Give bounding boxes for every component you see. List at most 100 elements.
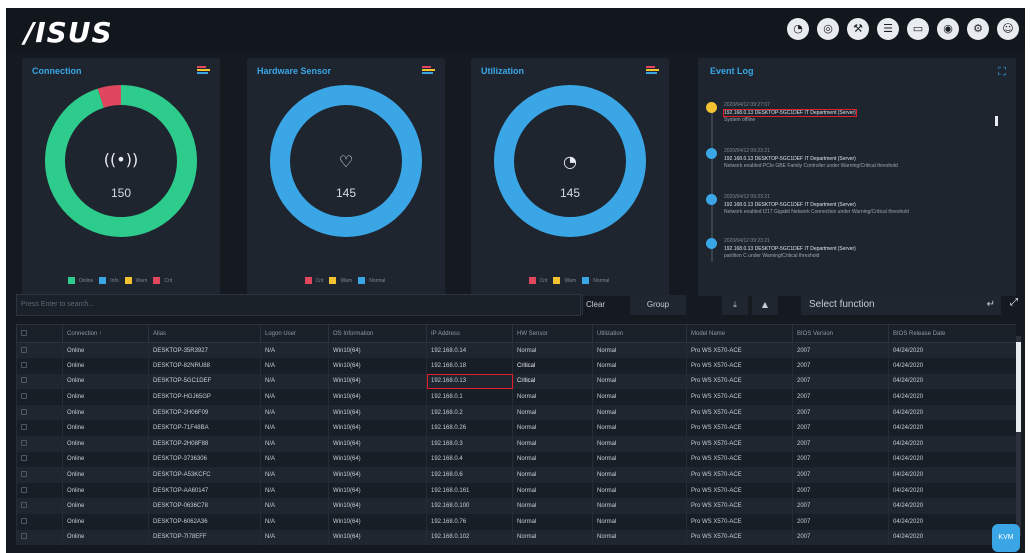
column-header[interactable]: OS Information [328, 324, 427, 343]
monitor-icon[interactable]: ▭ [907, 18, 929, 40]
table-cell: Normal [592, 451, 687, 468]
select-all-checkbox[interactable] [16, 324, 63, 343]
table-cell: Critical [512, 373, 593, 390]
column-header[interactable]: Utilization [592, 324, 687, 343]
row-checkbox[interactable] [16, 373, 63, 390]
table-cell: Normal [592, 482, 687, 499]
row-checkbox[interactable] [16, 404, 63, 421]
table-cell: Normal [592, 342, 687, 359]
table-row[interactable]: Online DESKTOP-A53KCFC N/A Win10(64) 192.168… [16, 467, 1016, 483]
table-row[interactable]: Online DESKTOP-0636C78 N/A Win10(64) 192.168… [16, 498, 1016, 515]
globe-icon[interactable]: ◎ [817, 18, 839, 40]
scrollbar-thumb[interactable] [995, 116, 998, 126]
table-cell: 04/24/2020 [888, 451, 1016, 468]
row-checkbox[interactable] [16, 482, 63, 499]
row-checkbox[interactable] [16, 389, 63, 405]
sort-up-icon[interactable]: ▲ [752, 295, 778, 315]
table-row[interactable]: Online DESKTOP-2H08F88 N/A Win10(64) 192.168… [16, 436, 1016, 452]
clear-button[interactable]: Clear [582, 295, 608, 315]
table-row[interactable]: Online DESKTOP-71F48BA N/A Win10(64) 192.168… [16, 420, 1016, 437]
column-header[interactable]: Logon User [260, 324, 329, 343]
group-button[interactable]: Group [630, 295, 686, 315]
filter-icon[interactable]: ⤓ [722, 295, 748, 315]
table-cell: 04/24/2020 [888, 358, 1016, 374]
table-cell: Normal [512, 389, 593, 405]
bar-chart-icon[interactable] [197, 66, 210, 77]
table-cell: Pro WS X570-ACE [686, 467, 793, 483]
table-row[interactable]: Online DESKTOP-2H06F09 N/A Win10(64) 192.168… [16, 404, 1016, 421]
gauge-icon[interactable]: ◔ [787, 18, 809, 40]
table-row[interactable]: Online DESKTOP-3736306 N/A Win10(64) 192.168… [16, 451, 1016, 468]
search-input[interactable]: Press Enter to search... [16, 294, 581, 316]
bar-chart-icon[interactable] [422, 66, 435, 77]
table-cell: Normal [512, 420, 593, 437]
table-row[interactable]: Online DESKTOP-6062A36 N/A Win10(64) 192.168… [16, 514, 1016, 530]
table-cell: 04/24/2020 [888, 467, 1016, 483]
column-header[interactable]: Model Name [686, 324, 793, 343]
table-cell: 04/24/2020 [888, 389, 1016, 405]
user-icon[interactable]: ☺ [997, 18, 1019, 40]
row-checkbox[interactable] [16, 498, 63, 515]
floating-action-button[interactable]: KVM [992, 524, 1020, 552]
column-header[interactable]: HW Sensor [512, 324, 593, 343]
asus-logo: /ISUS [24, 16, 113, 49]
function-select[interactable]: Select function ↵ [801, 295, 1001, 315]
event-dot [706, 102, 717, 113]
table-cell: Online [62, 342, 149, 359]
expand-icon[interactable]: ⛶ [998, 65, 1006, 79]
table-cell: Pro WS X570-ACE [686, 482, 793, 499]
table-cell: Win10(64) [328, 436, 427, 452]
row-checkbox[interactable] [16, 420, 63, 437]
table-cell: DESKTOP-HGJ65GP [148, 389, 261, 405]
column-header[interactable]: Alias [148, 324, 261, 343]
table-cell: DESKTOP-71F48BA [148, 420, 261, 437]
row-checkbox[interactable] [16, 436, 63, 452]
asus-control-center: /ISUS ◔ ◎ ⚒ ☰ ▭ ◉ ⚙ ☺ Connection ((•)) 1… [6, 8, 1025, 553]
table-cell: 04/24/2020 [888, 342, 1016, 359]
table-cell: Pro WS X570-ACE [686, 404, 793, 421]
table-cell: DESKTOP-0636C78 [148, 498, 261, 515]
table-cell: 04/24/2020 [888, 404, 1016, 421]
table-cell: 2007 [792, 342, 889, 359]
table-row[interactable]: Online DESKTOP-7I78EFF N/A Win10(64) 192.168… [16, 529, 1016, 546]
table-cell: Online [62, 436, 149, 452]
table-cell: Normal [592, 389, 687, 405]
table-cell: Normal [592, 467, 687, 483]
alert-icon[interactable]: ◉ [937, 18, 959, 40]
table-cell: N/A [260, 451, 329, 468]
table-row[interactable]: Online DESKTOP-HGJ65GP N/A Win10(64) 192.168… [16, 389, 1016, 405]
table-cell: 04/24/2020 [888, 420, 1016, 437]
connection-card[interactable]: Connection ((•)) 150 Online Info Warn Cr… [22, 58, 220, 296]
row-checkbox[interactable] [16, 451, 63, 468]
table-cell: Win10(64) [328, 467, 427, 483]
enter-icon[interactable]: ↵ [987, 295, 995, 315]
table-cell: Normal [592, 373, 687, 390]
row-checkbox[interactable] [16, 467, 63, 483]
broadcast-icon: ((•)) [103, 150, 139, 169]
fullscreen-icon[interactable]: ⤢ [1010, 297, 1018, 308]
table-row[interactable]: Online DESKTOP-35R3927 N/A Win10(64) 192.168… [16, 342, 1016, 359]
row-checkbox[interactable] [16, 514, 63, 530]
row-checkbox[interactable] [16, 358, 63, 374]
event-dot [706, 238, 717, 249]
utilization-card[interactable]: Utilization ◔ 145 Crit Warn Normal [471, 58, 669, 296]
table-row[interactable]: Online DESKTOP-82NRU88 N/A Win10(64) 192.168… [16, 358, 1016, 374]
table-row[interactable]: Online DESKTOP-AA60147 N/A Win10(64) 192.168… [16, 482, 1016, 499]
table-row[interactable]: Online DESKTOP-5GC1DEF N/A Win10(64) 192.168… [16, 373, 1016, 390]
column-header[interactable]: IP Address [426, 324, 513, 343]
table-cell: 2007 [792, 373, 889, 390]
tools-icon[interactable]: ⚒ [847, 18, 869, 40]
column-header[interactable]: BIOS Version [792, 324, 889, 343]
clipboard-icon[interactable]: ☰ [877, 18, 899, 40]
table-cell: Normal [512, 467, 593, 483]
settings-icon[interactable]: ⚙ [967, 18, 989, 40]
column-header[interactable]: BIOS Release Date [888, 324, 1016, 343]
hardware-sensor-card[interactable]: Hardware Sensor ♡ 145 Crit Warn Normal [247, 58, 445, 296]
table-scrollbar[interactable] [1016, 336, 1021, 536]
table-cell: 192.168.0.18 [426, 358, 513, 374]
row-checkbox[interactable] [16, 529, 63, 546]
column-header[interactable]: Connection ↑ [62, 324, 149, 343]
bar-chart-icon[interactable] [646, 66, 659, 77]
table-cell: Pro WS X570-ACE [686, 498, 793, 515]
row-checkbox[interactable] [16, 342, 63, 359]
